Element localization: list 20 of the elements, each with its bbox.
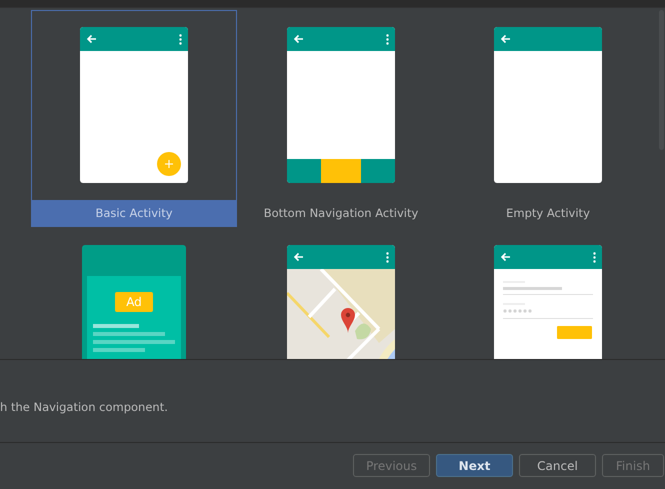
back-arrow-icon xyxy=(500,252,511,262)
description-text: h the Navigation component. xyxy=(0,400,168,414)
template-tile[interactable]: Bottom Navigation Activity xyxy=(238,10,444,227)
primary-button[interactable]: Next xyxy=(436,454,513,477)
back-arrow-icon xyxy=(500,34,511,44)
dialog-button[interactable]: Cancel xyxy=(519,454,596,477)
back-arrow-icon xyxy=(293,252,304,262)
more-icon xyxy=(179,34,182,44)
ad-label: Ad xyxy=(115,292,153,312)
template-tile[interactable]: Basic Activity xyxy=(31,10,237,227)
back-arrow-icon xyxy=(86,34,97,44)
template-label: Empty Activity xyxy=(505,205,591,222)
more-icon xyxy=(386,34,389,44)
add-fab-icon xyxy=(157,152,181,176)
more-icon xyxy=(593,252,596,262)
template-label: Bottom Navigation Activity xyxy=(262,205,420,222)
template-tile[interactable]: Empty Activity xyxy=(445,10,651,227)
more-icon xyxy=(386,252,389,262)
template-label: Basic Activity xyxy=(32,200,236,226)
back-arrow-icon xyxy=(293,34,304,44)
